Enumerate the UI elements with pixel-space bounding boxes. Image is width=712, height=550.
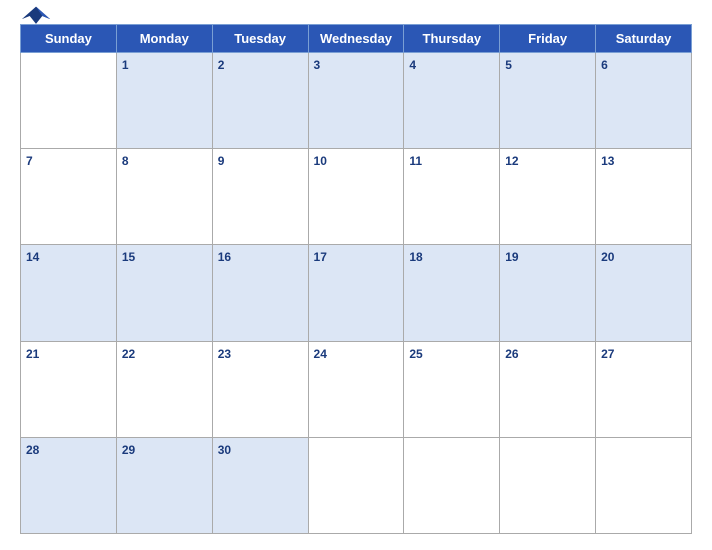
day-number: 16	[218, 250, 231, 264]
calendar-cell: 23	[212, 341, 308, 437]
day-number: 7	[26, 154, 33, 168]
calendar-cell: 18	[404, 245, 500, 341]
day-number: 12	[505, 154, 518, 168]
day-number: 6	[601, 58, 608, 72]
weekday-header-row: SundayMondayTuesdayWednesdayThursdayFrid…	[21, 25, 692, 53]
calendar-cell: 16	[212, 245, 308, 341]
calendar-cell: 10	[308, 149, 404, 245]
calendar-cell: 13	[596, 149, 692, 245]
weekday-tuesday: Tuesday	[212, 25, 308, 53]
day-number: 13	[601, 154, 614, 168]
day-number: 20	[601, 250, 614, 264]
calendar-cell: 20	[596, 245, 692, 341]
week-row-4: 21 22 23 24 25 26 27	[21, 341, 692, 437]
calendar-table: SundayMondayTuesdayWednesdayThursdayFrid…	[20, 24, 692, 534]
calendar-cell: 11	[404, 149, 500, 245]
logo	[20, 5, 52, 27]
calendar-cell: 30	[212, 437, 308, 533]
day-number: 25	[409, 347, 422, 361]
day-number: 5	[505, 58, 512, 72]
calendar-cell: 28	[21, 437, 117, 533]
day-number: 18	[409, 250, 422, 264]
calendar-cell: 1	[116, 53, 212, 149]
weekday-monday: Monday	[116, 25, 212, 53]
week-row-2: 7 8 9 10 11 12 13	[21, 149, 692, 245]
day-number: 17	[314, 250, 327, 264]
week-row-3: 14 15 16 17 18 19 20	[21, 245, 692, 341]
day-number: 11	[409, 154, 422, 168]
calendar-cell: 3	[308, 53, 404, 149]
day-number: 29	[122, 443, 135, 457]
weekday-thursday: Thursday	[404, 25, 500, 53]
weekday-sunday: Sunday	[21, 25, 117, 53]
calendar-cell	[21, 53, 117, 149]
day-number: 10	[314, 154, 327, 168]
calendar-cell: 19	[500, 245, 596, 341]
calendar-cell: 4	[404, 53, 500, 149]
calendar-cell: 14	[21, 245, 117, 341]
calendar-cell: 29	[116, 437, 212, 533]
calendar-cell	[596, 437, 692, 533]
day-number: 3	[314, 58, 321, 72]
day-number: 14	[26, 250, 39, 264]
calendar-cell: 17	[308, 245, 404, 341]
day-number: 23	[218, 347, 231, 361]
calendar-cell: 7	[21, 149, 117, 245]
calendar-cell: 24	[308, 341, 404, 437]
day-number: 4	[409, 58, 416, 72]
day-number: 30	[218, 443, 231, 457]
calendar-cell: 25	[404, 341, 500, 437]
calendar-cell: 9	[212, 149, 308, 245]
calendar-cell: 15	[116, 245, 212, 341]
day-number: 8	[122, 154, 129, 168]
day-number: 19	[505, 250, 518, 264]
calendar-cell: 22	[116, 341, 212, 437]
day-number: 26	[505, 347, 518, 361]
week-row-1: 1 2 3 4 5 6	[21, 53, 692, 149]
calendar-cell: 5	[500, 53, 596, 149]
day-number: 22	[122, 347, 135, 361]
logo-icon	[20, 5, 52, 27]
day-number: 1	[122, 58, 129, 72]
day-number: 9	[218, 154, 225, 168]
calendar-cell: 21	[21, 341, 117, 437]
day-number: 21	[26, 347, 39, 361]
day-number: 28	[26, 443, 39, 457]
calendar-cell: 8	[116, 149, 212, 245]
calendar-cell	[308, 437, 404, 533]
week-row-5: 28 29 30	[21, 437, 692, 533]
weekday-wednesday: Wednesday	[308, 25, 404, 53]
calendar-cell	[500, 437, 596, 533]
calendar-cell: 6	[596, 53, 692, 149]
calendar-cell	[404, 437, 500, 533]
day-number: 27	[601, 347, 614, 361]
weekday-friday: Friday	[500, 25, 596, 53]
day-number: 24	[314, 347, 327, 361]
day-number: 2	[218, 58, 225, 72]
weekday-saturday: Saturday	[596, 25, 692, 53]
day-number: 15	[122, 250, 135, 264]
calendar-cell: 26	[500, 341, 596, 437]
calendar-cell: 2	[212, 53, 308, 149]
calendar-cell: 12	[500, 149, 596, 245]
calendar-cell: 27	[596, 341, 692, 437]
